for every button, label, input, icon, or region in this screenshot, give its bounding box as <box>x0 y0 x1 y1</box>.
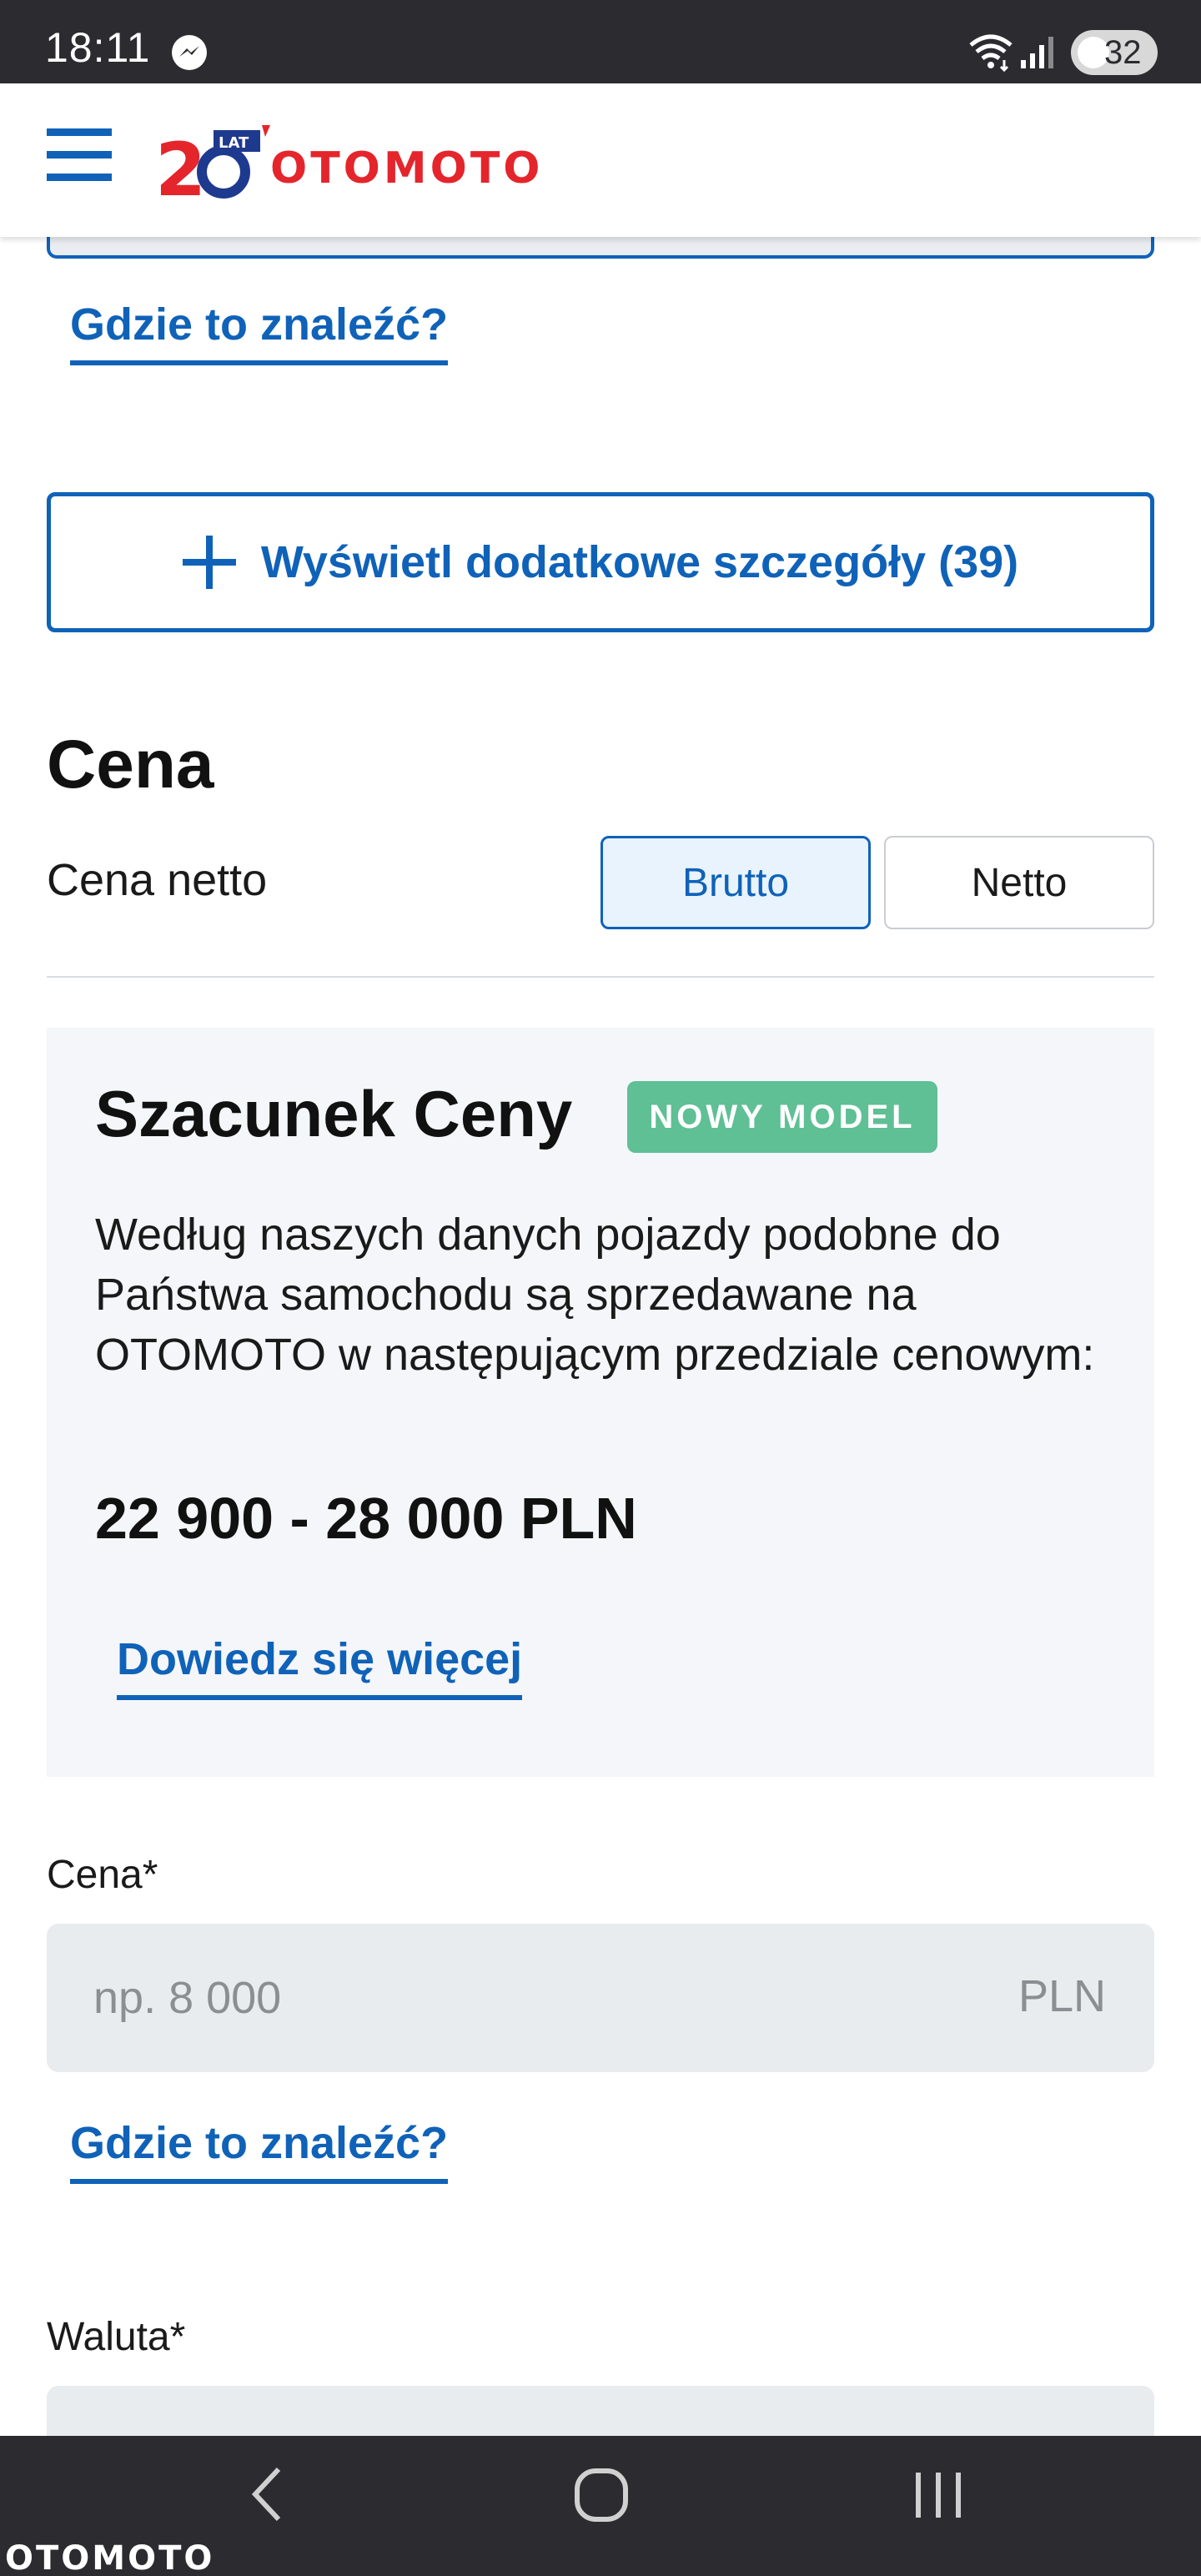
anniversary-badge-icon: 2 LAT <box>155 125 270 200</box>
logo-text: OTOMOTO <box>270 143 544 194</box>
divider <box>47 976 1154 978</box>
estimate-description: Według naszych danych pojazdy podobne do… <box>95 1210 1095 1380</box>
price-estimate-card: Szacunek Ceny NOWY MODEL Według naszych … <box>47 1028 1154 1777</box>
toggle-netto[interactable]: Netto <box>884 836 1154 929</box>
status-bar: 18:11 32 <box>0 0 1201 83</box>
learn-more-link[interactable]: Dowiedz się więcej <box>117 1633 523 1700</box>
hamburger-menu-icon[interactable] <box>47 125 112 185</box>
price-input[interactable] <box>47 1924 1154 2072</box>
battery-icon: 32 <box>1071 30 1158 75</box>
toggle-brutto[interactable]: Brutto <box>600 836 871 929</box>
page: 18:11 32 2 LAT OTOMOTO Gdzie to znaleźć?… <box>0 0 1201 2576</box>
status-time: 18:11 <box>45 24 151 71</box>
otomoto-watermark: OTOMOTO <box>5 2539 215 2576</box>
system-navigation-bar: OTOMOTO <box>0 2436 1201 2576</box>
signal-icon <box>1021 37 1053 68</box>
new-model-badge: NOWY MODEL <box>627 1081 937 1153</box>
wifi-icon <box>969 34 1013 72</box>
otomoto-logo[interactable]: 2 LAT OTOMOTO <box>155 120 540 204</box>
home-icon[interactable] <box>572 2466 631 2524</box>
price-section-title: Cena <box>47 727 214 802</box>
show-more-details-button[interactable]: Wyświetl dodatkowe szczegóły (39) <box>47 492 1154 632</box>
estimate-title: Szacunek Ceny <box>95 1077 573 1150</box>
currency-field-label: Waluta* <box>47 2315 186 2359</box>
show-more-details-label: Wyświetl dodatkowe szczegóły (39) <box>260 537 1019 587</box>
messenger-icon <box>172 35 207 70</box>
logo-badge-small: LAT <box>219 134 249 152</box>
price-field-label: Cena* <box>47 1853 158 1897</box>
plus-icon <box>182 536 236 589</box>
estimate-price-range: 22 900 - 28 000 PLN <box>95 1486 637 1551</box>
price-currency-suffix: PLN <box>1018 1971 1106 2021</box>
price-input-wrapper: PLN <box>47 1924 1154 2072</box>
back-icon[interactable] <box>242 2461 292 2528</box>
app-header: 2 LAT OTOMOTO <box>0 83 1201 237</box>
net-price-label: Cena netto <box>47 855 268 905</box>
battery-level: 32 <box>1104 34 1142 71</box>
recents-icon[interactable] <box>909 2468 967 2523</box>
where-to-find-link-top[interactable]: Gdzie to znaleźć? <box>70 299 449 365</box>
where-to-find-link-price[interactable]: Gdzie to znaleźć? <box>70 2117 449 2184</box>
